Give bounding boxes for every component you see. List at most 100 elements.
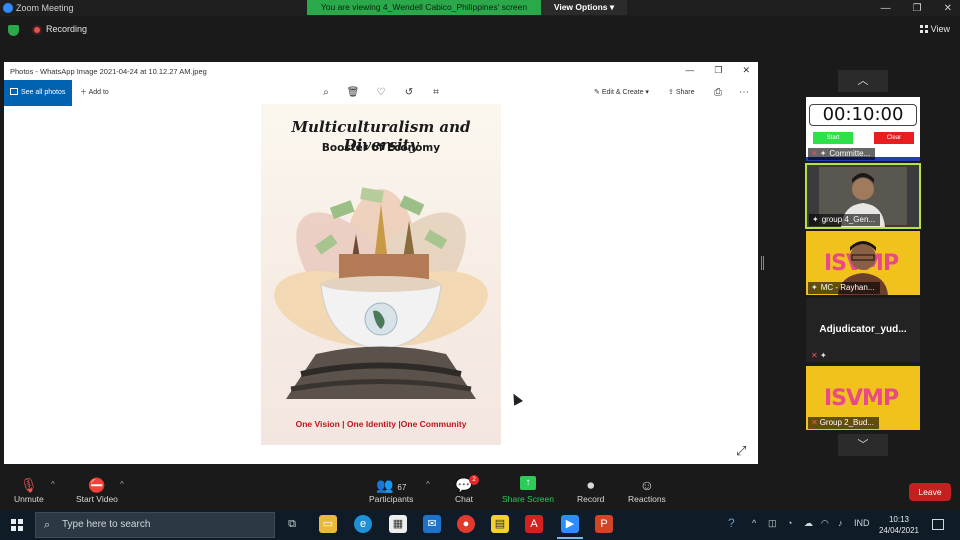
- participants-button[interactable]: 👥 67 Participants: [369, 476, 413, 504]
- record-button[interactable]: ⏺ Record: [577, 476, 604, 504]
- speaker-icon[interactable]: ♪: [838, 518, 843, 528]
- powerpoint-icon[interactable]: P: [595, 515, 613, 533]
- taskbar-search-input[interactable]: ⌕ Type here to search: [35, 512, 275, 538]
- delete-icon[interactable]: 🗑: [346, 86, 360, 100]
- volume-icon[interactable]: ◔: [787, 518, 792, 528]
- participant-status-icons: ✕ ✦: [811, 351, 827, 360]
- gallery-next-button[interactable]: ﹀: [838, 434, 888, 456]
- taskbar-clock[interactable]: 10:13 24/04/2021: [876, 514, 922, 536]
- restore-icon[interactable]: ❐: [714, 65, 722, 76]
- gallery-prev-button[interactable]: ︿: [838, 70, 888, 92]
- print-icon[interactable]: ⎙: [711, 86, 725, 100]
- start-video-label: Start Video: [76, 494, 118, 504]
- participant-display-name: Adjudicator_yud...: [819, 324, 907, 335]
- task-view-icon[interactable]: ⧉: [283, 515, 301, 533]
- view-button[interactable]: View: [919, 24, 950, 34]
- mic-muted-icon: 🎙: [19, 477, 38, 493]
- window-title: Zoom Meeting: [16, 3, 74, 13]
- pin-icon: ✦: [819, 351, 827, 360]
- participant-tile[interactable]: 00:10:00 Start Clear ✕ ✦ Committe...: [806, 97, 920, 161]
- participant-name-text: MC - Rayhan...: [820, 283, 875, 292]
- language-indicator[interactable]: IND: [854, 518, 870, 528]
- network-adapter-icon[interactable]: ◫: [768, 518, 777, 529]
- see-all-photos-button[interactable]: See all photos: [4, 80, 72, 106]
- pin-icon: ✦: [811, 283, 818, 292]
- crop-icon[interactable]: ⌗: [429, 86, 443, 100]
- edit-create-label: Edit & Create: [601, 89, 644, 96]
- more-options-icon[interactable]: ⋯: [737, 86, 751, 100]
- minimize-icon[interactable]: —: [685, 65, 694, 76]
- audio-options-caret-icon[interactable]: ^: [51, 480, 55, 489]
- wifi-icon[interactable]: ◠: [821, 518, 829, 529]
- plus-icon: ＋: [80, 89, 87, 96]
- unmute-button[interactable]: 🎙 Unmute: [14, 476, 44, 504]
- acrobat-icon[interactable]: A: [525, 515, 543, 533]
- participant-tile-active-speaker[interactable]: ✦ group 4_Gen...: [805, 163, 921, 229]
- rotate-icon[interactable]: ↺: [402, 86, 416, 100]
- chrome-icon[interactable]: ●: [457, 515, 475, 533]
- participant-name-text: Group 2_Bud...: [819, 418, 874, 427]
- security-shield-icon[interactable]: [8, 25, 19, 36]
- zoom-icon[interactable]: ⌕: [319, 86, 333, 100]
- split-view-handle[interactable]: [761, 256, 764, 270]
- participant-tile[interactable]: ISVMP ✕ Group 2_Bud...: [806, 366, 920, 430]
- share-button[interactable]: ⇪ Share: [668, 80, 695, 106]
- timer-start-button: Start: [813, 132, 853, 144]
- photos-toolbar: See all photos ＋ Add to ⌕ 🗑 ♡ ↺ ⌗ ✎ Edit…: [4, 80, 758, 106]
- edit-create-button[interactable]: ✎ Edit & Create ▾: [594, 80, 649, 106]
- countdown-timer: 00:10:00: [809, 104, 917, 126]
- video-options-caret-icon[interactable]: ^: [120, 480, 124, 489]
- participants-icon: 👥 67: [376, 477, 407, 493]
- participant-name: ✕ ✦ Committe...: [808, 148, 876, 160]
- recording-label: Recording: [46, 24, 88, 34]
- windows-start-icon[interactable]: [11, 519, 23, 531]
- close-icon[interactable]: ✕: [944, 3, 952, 14]
- participants-label: Participants: [369, 494, 414, 504]
- help-icon[interactable]: ?: [728, 516, 735, 530]
- participant-name-text: group 4_Gen...: [821, 215, 876, 224]
- close-icon[interactable]: ✕: [742, 65, 750, 76]
- photos-icon: [10, 88, 18, 95]
- show-hidden-icons[interactable]: ^: [752, 518, 756, 528]
- favorite-heart-icon[interactable]: ♡: [374, 86, 388, 100]
- reactions-icon: ☺: [639, 477, 655, 493]
- video-off-icon: ⛔: [88, 477, 106, 493]
- viewing-screen-banner: You are viewing 4_Wendell Cabico_Philipp…: [307, 0, 541, 15]
- participants-options-caret-icon[interactable]: ^: [426, 480, 430, 489]
- unmute-label: Unmute: [14, 494, 44, 504]
- reactions-button[interactable]: ☺ Reactions: [628, 476, 666, 504]
- photos-window-controls: — ❐ ✕: [685, 65, 750, 76]
- onedrive-icon[interactable]: ☁: [804, 518, 813, 529]
- view-options-button[interactable]: View Options ▾: [541, 0, 627, 15]
- expand-fullscreen-icon[interactable]: ⤢: [736, 444, 750, 458]
- restore-icon[interactable]: ❐: [913, 3, 922, 14]
- share-screen-button[interactable]: ↑ Share Screen: [502, 476, 554, 504]
- share-screen-label: Share Screen: [502, 494, 554, 504]
- participant-name: ✦ MC - Rayhan...: [808, 282, 880, 294]
- chevron-up-icon: ︿: [857, 75, 869, 87]
- edge-browser-icon[interactable]: e: [354, 515, 372, 533]
- leave-button[interactable]: Leave: [909, 483, 951, 501]
- participant-tile[interactable]: Adjudicator_yud... ✕ ✦: [806, 298, 920, 362]
- record-label: Record: [577, 494, 605, 504]
- zoom-app-icon[interactable]: ▶: [557, 515, 583, 539]
- add-to-button[interactable]: ＋ Add to: [80, 80, 109, 106]
- pin-icon: ✦: [819, 149, 827, 158]
- start-video-button[interactable]: ⛔ Start Video: [76, 476, 118, 504]
- participants-count: 67: [397, 483, 407, 492]
- minimize-icon[interactable]: —: [881, 3, 891, 14]
- file-explorer-icon[interactable]: ▭: [319, 515, 337, 533]
- mail-icon[interactable]: ✉: [423, 515, 441, 533]
- reactions-label: Reactions: [628, 494, 666, 504]
- taskbar-search-placeholder: Type here to search: [62, 519, 151, 530]
- participant-tile[interactable]: ISVMP ✦MC - Rayhan...: [806, 231, 920, 295]
- event-logo-icon: ISVMP: [824, 386, 899, 411]
- store-icon[interactable]: ▦: [389, 515, 407, 533]
- notifications-icon[interactable]: [932, 519, 944, 530]
- share-icon: ⇪: [668, 89, 674, 96]
- poster-image: Multiculturalism and Diversity Booster o…: [261, 104, 501, 445]
- poster-subtitle: Booster of Economy: [321, 142, 441, 154]
- chevron-down-icon: ▾: [645, 89, 649, 96]
- sticky-notes-icon[interactable]: ▤: [491, 515, 509, 533]
- photos-titlebar: Photos - WhatsApp Image 2021-04-24 at 10…: [4, 62, 758, 80]
